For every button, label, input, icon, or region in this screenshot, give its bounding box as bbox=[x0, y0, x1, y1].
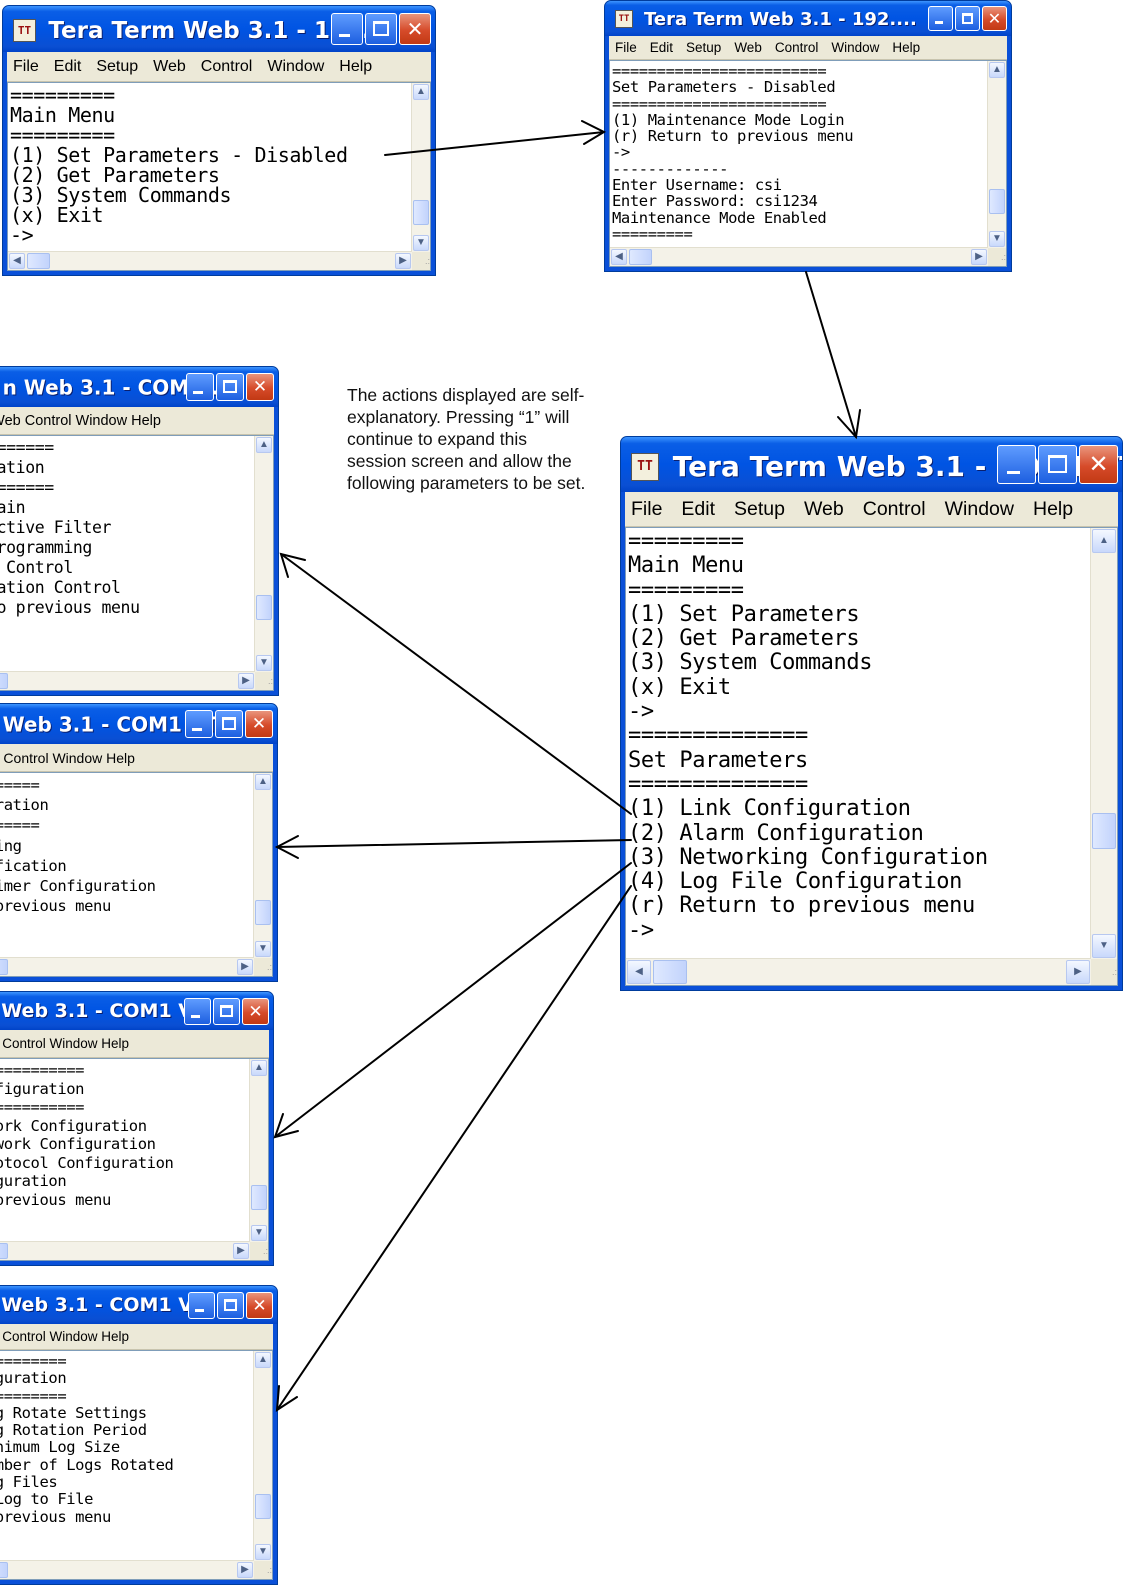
flow-arrows bbox=[273, 120, 861, 1412]
arrow-to-alarm-configuration bbox=[274, 835, 632, 859]
arrow-to-set-parameters bbox=[805, 271, 861, 440]
arrow-to-link-configuration bbox=[279, 552, 632, 815]
arrow-to-networking-configuration bbox=[273, 862, 632, 1139]
arrow-to-maintenance-login bbox=[384, 120, 607, 156]
arrow-to-log-file-configuration bbox=[275, 885, 632, 1412]
